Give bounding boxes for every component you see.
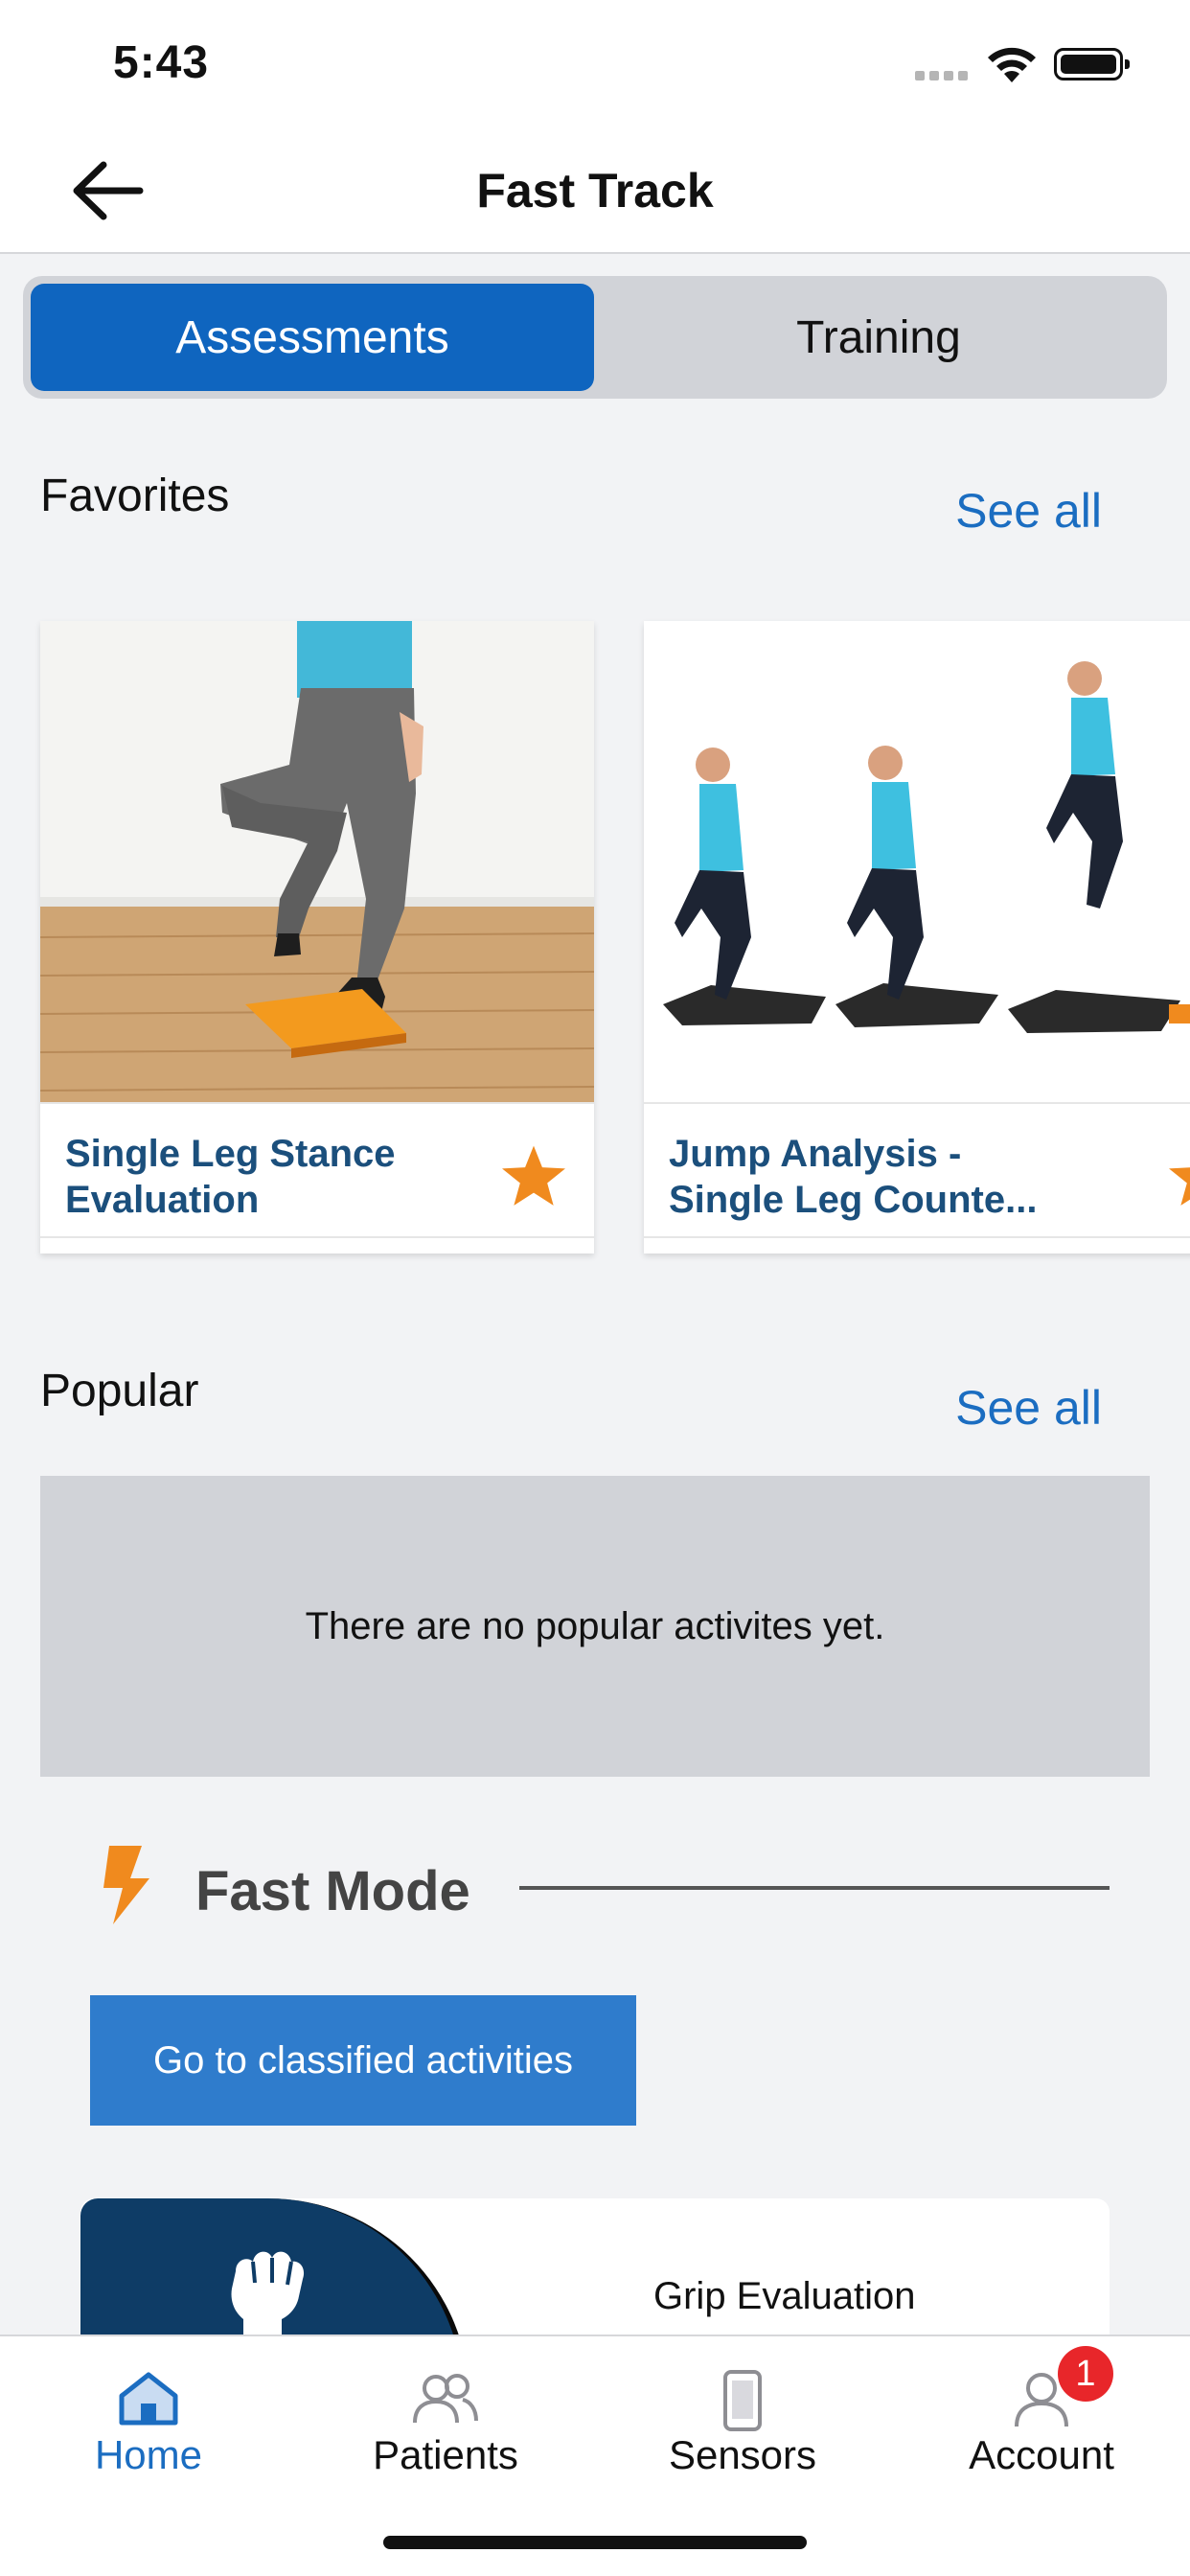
single-leg-stance-image [40,621,594,1102]
card-caption: Jump Analysis - Single Leg Counte... [644,1102,1190,1238]
fast-mode-header: Fast Mode [100,1840,1110,1936]
tab-label: Sensors [668,2432,817,2477]
fast-mode-title: Fast Mode [195,1860,470,1922]
navigation-bar: Fast Track [0,126,1190,254]
card-title: Single Leg Stance Evaluation [65,1133,396,1221]
notification-badge: 1 [1058,2346,1113,2402]
tab-label: Home [94,2432,203,2477]
jump-analysis-image [644,621,1190,1102]
divider [519,1886,1110,1890]
tab-home[interactable]: Home [0,2336,297,2490]
tab-label: Account [969,2432,1114,2477]
battery-icon [1054,48,1130,80]
tab-patients[interactable]: Patients [297,2336,594,2490]
grip-evaluation-label: Grip Evaluation [653,2275,916,2317]
go-to-classified-activities-button[interactable]: Go to classified activities [90,1995,636,2126]
tab-account[interactable]: 1 Account [893,2336,1190,2490]
empty-message: There are no popular activites yet. [305,1604,885,1647]
star-filled-icon[interactable] [498,1142,569,1211]
popular-empty-state: There are no popular activites yet. [40,1476,1150,1777]
cellular-signal-icon [915,71,968,80]
patients-icon [413,2374,478,2424]
status-bar: 5:43 [0,0,1190,126]
popular-title: Popular [40,1366,199,1416]
home-icon [119,2372,178,2426]
status-time: 5:43 [113,37,210,88]
sensors-icon [723,2370,762,2431]
wifi-icon [988,47,1036,82]
tab-sensors[interactable]: Sensors [594,2336,891,2490]
card-caption: Single Leg Stance Evaluation [40,1102,594,1238]
page-title: Fast Track [476,164,714,218]
card-title: Jump Analysis - Single Leg Counte... [669,1133,1038,1221]
favorite-card-jump-analysis[interactable]: Jump Analysis - Single Leg Counte... [644,621,1190,1254]
home-indicator[interactable] [383,2536,807,2549]
favorite-card-single-leg-stance[interactable]: Single Leg Stance Evaluation [40,621,594,1254]
tab-training[interactable]: Training [598,284,1159,391]
segmented-control: Assessments Training [23,276,1167,399]
lightning-bolt-icon [103,1846,149,1924]
popular-see-all-link[interactable]: See all [955,1380,1102,1436]
star-filled-icon[interactable] [1165,1142,1190,1211]
tab-assessments[interactable]: Assessments [31,284,594,391]
tab-label: Patients [373,2432,518,2477]
raised-fist-icon [231,2251,305,2338]
favorites-see-all-link[interactable]: See all [955,483,1102,539]
favorites-title: Favorites [40,471,230,521]
